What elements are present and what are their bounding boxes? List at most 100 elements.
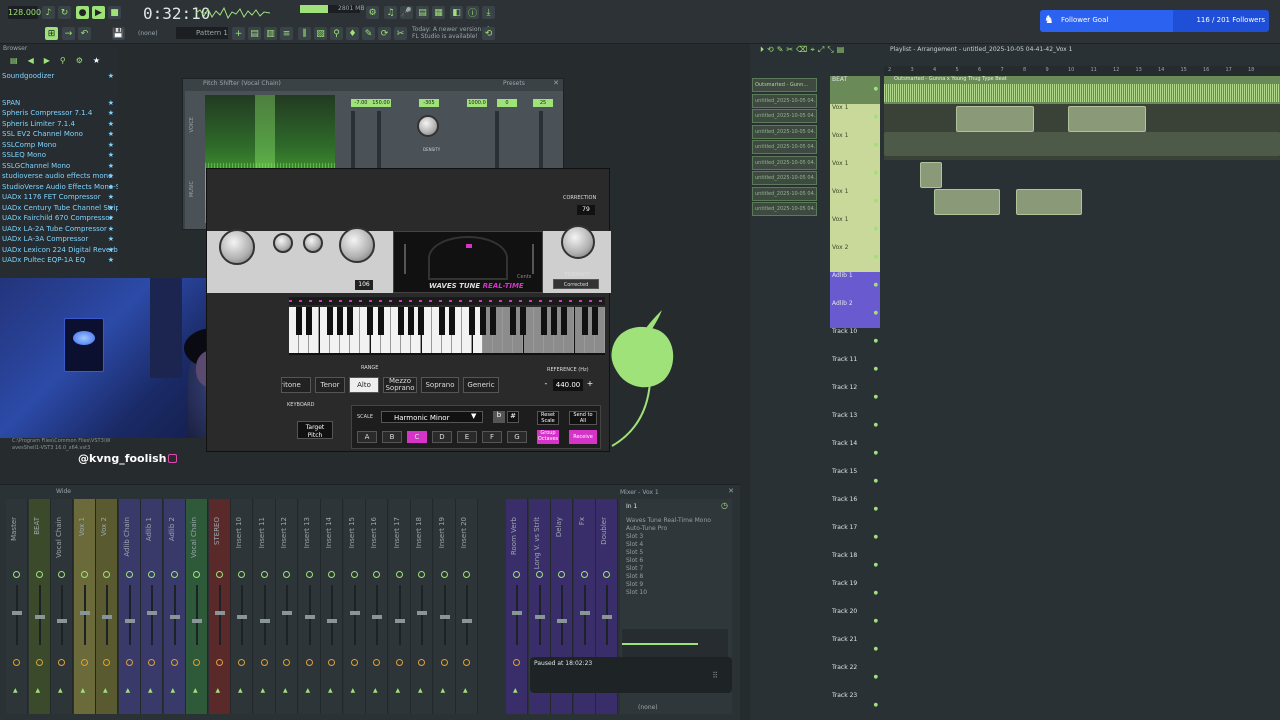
ruler-marker[interactable]: 18	[1248, 67, 1254, 73]
send-knob[interactable]	[395, 659, 403, 666]
info-icon[interactable]: ⓘ	[466, 6, 479, 19]
piano-roll-icon[interactable]: ♫	[384, 6, 397, 19]
send-knob[interactable]	[418, 659, 425, 666]
range-button[interactable]: Generic	[463, 377, 499, 393]
track-led-icon[interactable]: ●	[874, 534, 878, 540]
reference-value[interactable]: 440.00	[553, 379, 583, 391]
track-header[interactable]: BEAT ●	[830, 76, 880, 104]
browser-item[interactable]: UADx Century Tube Channel Strip ★	[0, 204, 118, 215]
group-octaves-button[interactable]: Group Octaves	[537, 430, 559, 444]
range-button[interactable]: Alto	[349, 377, 379, 393]
plugin-icon[interactable]: ◧	[450, 6, 463, 19]
browser-prev-icon[interactable]: ◀	[28, 56, 34, 68]
close-icon[interactable]: ✕	[553, 79, 559, 87]
fader-track[interactable]	[353, 585, 356, 645]
fader-handle[interactable]	[192, 619, 202, 623]
pan-knob[interactable]	[103, 571, 110, 578]
track-header[interactable]: Vox 1 ●	[830, 132, 880, 160]
pattern-selector[interactable]: Pattern 1	[176, 27, 228, 39]
reset-scale-button[interactable]: Reset Scale	[537, 411, 559, 425]
fader-handle[interactable]	[304, 615, 315, 619]
sharp-button[interactable]: #	[507, 411, 519, 423]
browser-gear-icon[interactable]: ⚙	[76, 56, 83, 68]
pan-knob[interactable]	[463, 571, 470, 578]
browser-item[interactable]: SSLEQ Mono ★	[0, 151, 118, 162]
fader-handle[interactable]	[124, 619, 135, 623]
pan-knob[interactable]	[580, 571, 588, 578]
browser-next-icon[interactable]: ▶	[44, 56, 50, 68]
ruler-marker[interactable]: 14	[1158, 67, 1164, 73]
track-header[interactable]: Track 20 ●	[830, 608, 880, 636]
undo-icon[interactable]: ↶	[78, 27, 91, 40]
browser-item[interactable]: SPAN ★	[0, 99, 118, 110]
track-led-icon[interactable]: ●	[874, 394, 878, 400]
reference-plus[interactable]: +	[585, 379, 595, 391]
track-led-icon[interactable]: ●	[874, 254, 878, 260]
mixer-channel[interactable]: Insert 17 ▲	[388, 499, 411, 714]
mixer-channel[interactable]: BEAT ▲	[28, 499, 51, 714]
browser-item[interactable]: UADx LA-2A Tube Compressor ★	[0, 225, 118, 236]
track-header[interactable]: Vox 1 ●	[830, 104, 880, 132]
fader-track[interactable]	[128, 585, 131, 645]
track-led-icon[interactable]: ●	[874, 282, 878, 288]
route-arrow-icon[interactable]: ▲	[216, 687, 221, 694]
fader-track[interactable]	[561, 585, 563, 645]
fader-handle[interactable]	[34, 615, 45, 619]
pan-knob[interactable]	[80, 571, 88, 578]
browser-icon[interactable]: ▤	[416, 6, 429, 19]
track-led-icon[interactable]: ●	[874, 646, 878, 652]
route-arrow-icon[interactable]: ▲	[283, 687, 288, 694]
track-led-icon[interactable]: ●	[874, 562, 878, 568]
refresh-icon[interactable]: ⟲	[482, 27, 495, 40]
pan-knob[interactable]	[558, 571, 565, 578]
send-knob[interactable]	[103, 659, 110, 666]
fader-track[interactable]	[421, 585, 423, 645]
track-led-icon[interactable]: ●	[874, 506, 878, 512]
clip-icon[interactable]: ✂	[394, 27, 407, 40]
track-led-icon[interactable]: ●	[874, 702, 878, 708]
mixer-close-icon[interactable]: ✕	[728, 487, 734, 495]
route-arrow-icon[interactable]: ▲	[238, 687, 243, 694]
send-knob[interactable]	[125, 659, 133, 666]
pan-knob[interactable]	[440, 571, 448, 578]
pitch-shifter-presets[interactable]: Presets	[503, 80, 525, 87]
route-arrow-icon[interactable]: ▲	[261, 687, 266, 694]
range-button[interactable]: Soprano	[421, 377, 459, 393]
star-icon[interactable]: ★	[108, 183, 114, 191]
piano-black-key[interactable]	[336, 307, 343, 335]
metronome-button[interactable]: ♪	[42, 6, 55, 19]
fader-handle[interactable]	[327, 619, 337, 623]
fader-handle[interactable]	[169, 615, 180, 619]
track-led-icon[interactable]: ●	[874, 422, 878, 428]
pan-knob[interactable]	[603, 571, 610, 578]
ruler-marker[interactable]: 13	[1136, 67, 1142, 73]
browser-item[interactable]: UADx 1176 FET Compressor ★	[0, 193, 118, 204]
formant-knob[interactable]	[561, 225, 595, 259]
star-icon[interactable]: ★	[108, 256, 114, 264]
track-header[interactable]: Adlib 2 ●	[830, 300, 880, 328]
ruler-marker[interactable]: 8	[1023, 67, 1026, 73]
star-icon[interactable]: ★	[108, 130, 114, 138]
download-icon[interactable]: ⤓	[482, 6, 495, 19]
browser-search-icon[interactable]: ⚲	[60, 56, 66, 68]
insert-slot[interactable]: Slot 6	[626, 557, 726, 565]
star-icon[interactable]: ★	[108, 120, 114, 128]
mixer-channel[interactable]: Insert 18 ▲	[411, 499, 433, 714]
range-button[interactable]: Baritone	[281, 377, 311, 393]
mixer-channel[interactable]: Insert 20 ▲	[456, 499, 478, 714]
channel-icon[interactable]: ≡	[280, 27, 293, 40]
plus-icon[interactable]: +	[232, 27, 245, 40]
pan-knob[interactable]	[125, 571, 133, 578]
note-knob-2[interactable]	[303, 233, 323, 253]
route-arrow-icon[interactable]: ▲	[328, 687, 333, 694]
beat-clip[interactable]: Outsmarted - Gunna x Young Thug Type Bea…	[884, 76, 1280, 104]
send-knob[interactable]	[148, 659, 155, 666]
track-led-icon[interactable]: ●	[874, 198, 878, 204]
piano-black-key[interactable]	[438, 307, 445, 335]
insert-slot[interactable]: Waves Tune Real-Time Mono	[626, 517, 726, 525]
mixer-channel[interactable]: Adlib 2 ▲	[163, 499, 186, 714]
fader-handle[interactable]	[57, 619, 67, 623]
playlist-icon[interactable]: ▤	[248, 27, 261, 40]
send-knob[interactable]	[305, 659, 313, 666]
track-header[interactable]: Adlib 1 ●	[830, 272, 880, 300]
